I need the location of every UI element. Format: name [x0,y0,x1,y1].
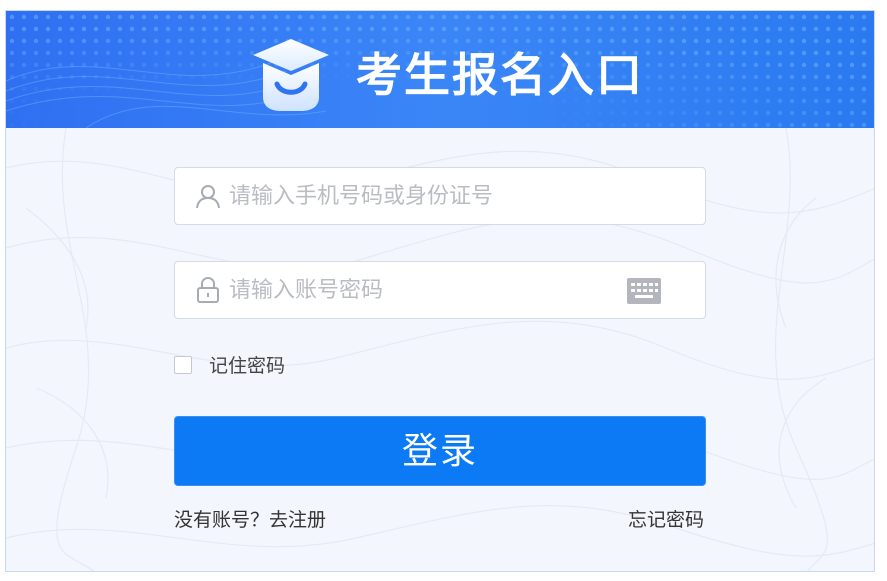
username-field[interactable] [174,167,706,225]
password-field[interactable] [174,261,706,319]
graduation-cap-smile-icon [253,39,329,111]
forgot-password-link[interactable]: 忘记密码 [628,508,704,532]
password-input[interactable] [229,262,609,318]
remember-checkbox[interactable] [174,356,192,374]
username-input[interactable] [229,168,609,224]
header-banner: 考生报名入口 [6,11,874,128]
register-link[interactable]: 没有账号？去注册 [174,508,326,532]
keyboard-icon[interactable] [627,278,661,304]
login-card: 考生报名入口 记住密码 [5,10,875,572]
remember-label: 记住密码 [209,355,286,377]
login-button[interactable]: 登录 [174,416,706,486]
lock-icon [197,277,219,303]
page-title: 考生报名入口 [356,48,644,102]
user-icon [196,185,220,209]
